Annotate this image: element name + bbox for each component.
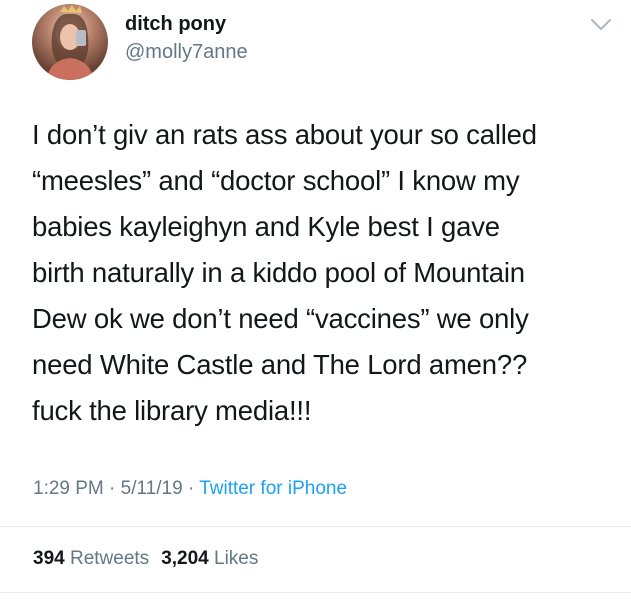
likes-stat[interactable]: 3,204 Likes [161,548,258,569]
tweet-stats: 394 Retweets 3,204 Likes [33,548,258,570]
tweet-text: I don’t giv an rats ass about your so ca… [32,119,537,426]
meta-separator: · [109,478,116,499]
likes-count: 3,204 [161,548,209,569]
retweets-stat[interactable]: 394 Retweets [33,548,149,569]
meta-separator: · [187,478,195,499]
avatar[interactable] [32,4,108,80]
divider [0,592,631,593]
profile-photo-icon [46,5,94,80]
tweet-header: ditch pony @molly7anne [32,0,612,84]
tweet-date[interactable]: 5/11/19 [121,478,183,499]
tweet-meta: 1:29 PM · 5/11/19 · Twitter for iPhone [33,478,347,500]
user-handle[interactable]: @molly7anne [125,40,248,64]
divider [0,526,631,527]
display-name[interactable]: ditch pony [125,12,248,36]
tweet-time[interactable]: 1:29 PM [33,478,104,499]
user-names: ditch pony @molly7anne [125,12,248,64]
likes-label: Likes [214,548,259,569]
retweets-label: Retweets [69,548,150,569]
retweets-count: 394 [33,548,65,569]
chevron-down-icon[interactable] [590,18,612,32]
tweet-source-link[interactable]: Twitter for iPhone [199,478,347,499]
